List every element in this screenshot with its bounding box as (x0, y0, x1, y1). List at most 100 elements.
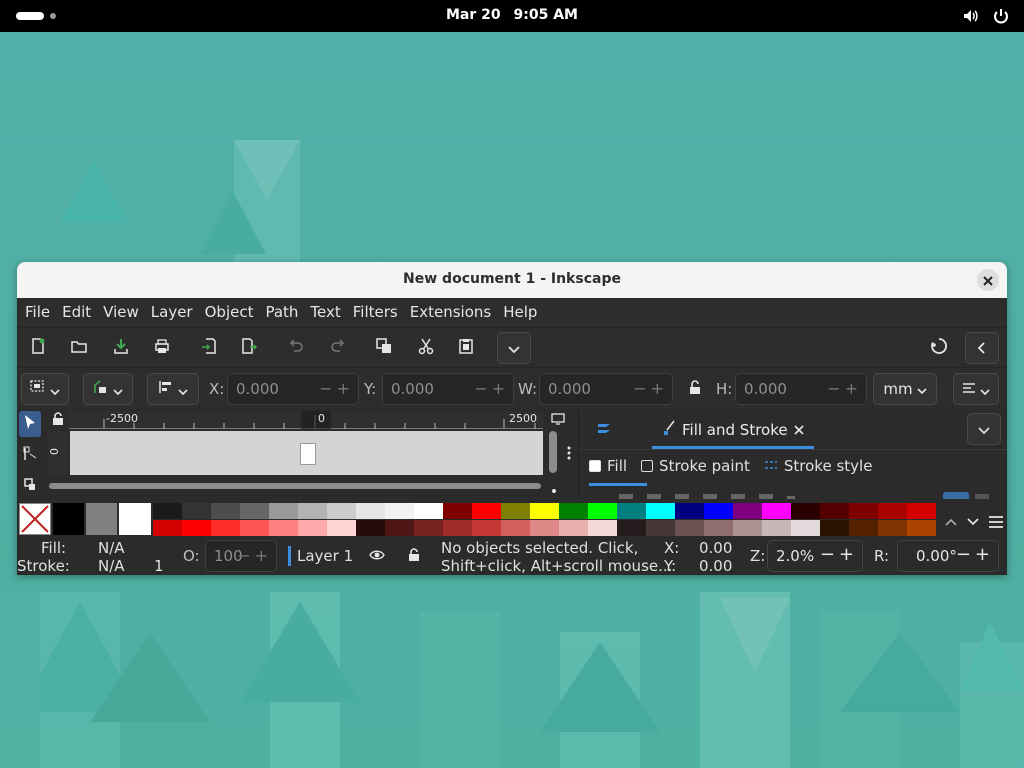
undo-button[interactable] (280, 332, 312, 364)
w-stepper[interactable]: −+ (633, 379, 668, 398)
color-swatch[interactable] (646, 503, 675, 519)
y-stepper[interactable]: −+ (474, 379, 509, 398)
color-swatch[interactable] (443, 503, 472, 519)
color-swatch[interactable] (588, 520, 617, 536)
opacity-spinbox[interactable]: 100 −+ (205, 540, 277, 572)
color-swatch[interactable] (298, 520, 327, 536)
swatch-black[interactable] (53, 503, 84, 535)
snap-toggle-button[interactable] (923, 332, 955, 364)
color-swatch[interactable] (675, 520, 704, 536)
fill-value[interactable]: N/A (98, 539, 125, 557)
redo-button[interactable] (322, 332, 354, 364)
x-spinbox[interactable]: 0.000 −+ (227, 373, 359, 405)
color-swatch[interactable] (791, 520, 820, 536)
subtab-stroke-paint[interactable]: Stroke paint (641, 457, 750, 475)
color-swatch[interactable] (878, 520, 907, 536)
rotation-spinbox[interactable]: 0.00° −+ (897, 540, 999, 572)
color-swatch[interactable] (443, 520, 472, 536)
color-swatch[interactable] (182, 503, 211, 519)
color-swatch[interactable] (414, 520, 443, 536)
color-swatch[interactable] (762, 520, 791, 536)
current-layer[interactable]: Layer 1 (297, 547, 353, 565)
export-button[interactable] (233, 332, 265, 364)
menu-help[interactable]: Help (497, 298, 543, 327)
color-swatch[interactable] (820, 503, 849, 519)
dock-tabs-dropdown[interactable] (967, 413, 1001, 445)
color-swatch[interactable] (240, 520, 269, 536)
close-button[interactable] (977, 269, 999, 291)
color-swatch[interactable] (849, 520, 878, 536)
canvas[interactable] (70, 431, 543, 475)
collapse-toolbar-button[interactable] (965, 332, 999, 364)
menu-filters[interactable]: Filters (347, 298, 404, 327)
color-swatch[interactable] (820, 520, 849, 536)
document-page[interactable] (300, 443, 316, 465)
color-swatch[interactable] (269, 503, 298, 519)
color-swatch[interactable] (617, 520, 646, 536)
x-stepper[interactable]: −+ (319, 379, 354, 398)
palette-menu-button[interactable] (989, 513, 1003, 532)
menu-text[interactable]: Text (304, 298, 346, 327)
color-swatch[interactable] (211, 520, 240, 536)
layer-visibility-toggle[interactable] (369, 548, 385, 566)
h-spinbox[interactable]: 0.000 −+ (735, 373, 867, 405)
palette-scroll-up[interactable] (945, 511, 957, 530)
tab-fill-and-stroke[interactable]: Fill and Stroke (652, 413, 814, 449)
close-icon[interactable] (794, 421, 804, 439)
w-spinbox[interactable]: 0.000 −+ (539, 373, 673, 405)
color-swatch[interactable] (356, 503, 385, 519)
more-options-dropdown[interactable] (953, 373, 999, 405)
color-swatch[interactable] (733, 520, 762, 536)
h-stepper[interactable]: −+ (827, 379, 862, 398)
color-swatch[interactable] (675, 503, 704, 519)
menu-edit[interactable]: Edit (56, 298, 97, 327)
open-button[interactable] (63, 332, 95, 364)
ruler-lock[interactable] (51, 411, 67, 429)
more-commands-dropdown[interactable] (497, 332, 531, 364)
align-options-dropdown[interactable] (147, 373, 199, 405)
color-swatch[interactable] (153, 520, 182, 536)
print-button[interactable] (146, 332, 178, 364)
color-swatch[interactable] (356, 520, 385, 536)
color-swatch[interactable] (385, 503, 414, 519)
color-swatch[interactable] (559, 520, 588, 536)
color-swatch[interactable] (269, 520, 298, 536)
opacity-stepper[interactable]: −+ (237, 546, 272, 565)
stroke-width-value[interactable]: 1 (154, 557, 164, 575)
save-button[interactable] (105, 332, 137, 364)
color-swatch[interactable] (530, 520, 559, 536)
color-swatch[interactable] (878, 503, 907, 519)
color-swatch[interactable] (704, 520, 733, 536)
menu-object[interactable]: Object (199, 298, 260, 327)
color-swatch[interactable] (849, 503, 878, 519)
color-swatch[interactable] (211, 503, 240, 519)
color-swatch[interactable] (733, 503, 762, 519)
system-status-area[interactable] (962, 7, 1010, 29)
zoom-tool[interactable] (19, 473, 41, 499)
swatch-white[interactable] (119, 503, 151, 535)
color-swatch[interactable] (588, 503, 617, 519)
paste-button[interactable] (450, 332, 482, 364)
swatch-none[interactable] (19, 503, 51, 535)
horizontal-scrollbar[interactable] (49, 483, 541, 489)
menu-file[interactable]: File (19, 298, 56, 327)
display-mode-button[interactable] (551, 411, 565, 430)
color-swatch[interactable] (472, 520, 501, 536)
color-swatch[interactable] (385, 520, 414, 536)
unit-dropdown[interactable]: mm (873, 373, 937, 405)
zoom-spinbox[interactable]: 2.0% −+ (767, 540, 863, 572)
dock-handle[interactable] (567, 445, 571, 464)
color-swatch[interactable] (472, 503, 501, 519)
color-swatch[interactable] (791, 503, 820, 519)
color-swatch[interactable] (153, 503, 182, 519)
color-swatch[interactable] (182, 520, 211, 536)
subtab-stroke-style[interactable]: Stroke style (764, 457, 872, 475)
color-swatch[interactable] (530, 503, 559, 519)
rotation-stepper[interactable]: −+ (956, 544, 994, 565)
window-titlebar[interactable]: New document 1 - Inkscape (17, 262, 1007, 298)
dock-menu-button[interactable] (595, 421, 613, 441)
subtab-fill[interactable]: Fill (589, 457, 627, 475)
color-swatch[interactable] (501, 520, 530, 536)
swatch-gray[interactable] (86, 503, 117, 535)
clock[interactable]: Mar 20 9:05 AM (0, 7, 1024, 23)
